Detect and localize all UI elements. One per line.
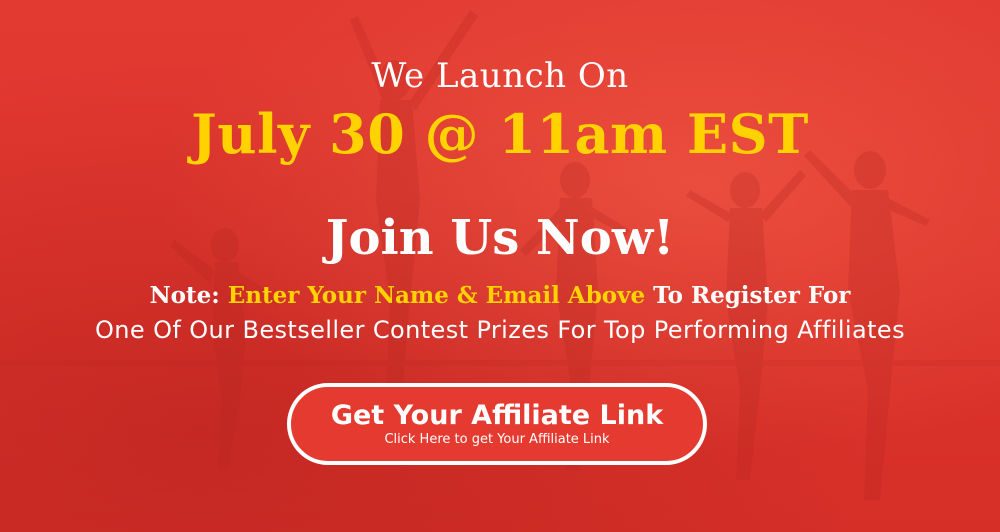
get-affiliate-link-button[interactable]: Get Your Affiliate Link Click Here to ge… [287,383,707,465]
note-highlight: Enter Your Name & Email Above [227,282,646,309]
note-suffix: To Register For [645,282,851,309]
registration-note: Note: Enter Your Name & Email Above To R… [0,282,1000,309]
prize-description: One Of Our Bestseller Contest Prizes For… [95,316,905,344]
join-heading: Join Us Now! [325,210,675,266]
note-prefix: Note: [149,282,228,309]
launch-date-text: July 30 @ 11am EST [191,102,809,166]
launch-intro-text: We Launch On [371,56,629,96]
launch-banner: We Launch On July 30 @ 11am EST Join Us … [0,0,1000,532]
banner-content: We Launch On July 30 @ 11am EST Join Us … [0,0,1000,532]
cta-subtitle: Click Here to get Your Affiliate Link [384,432,610,447]
cta-title: Get Your Affiliate Link [330,400,664,431]
